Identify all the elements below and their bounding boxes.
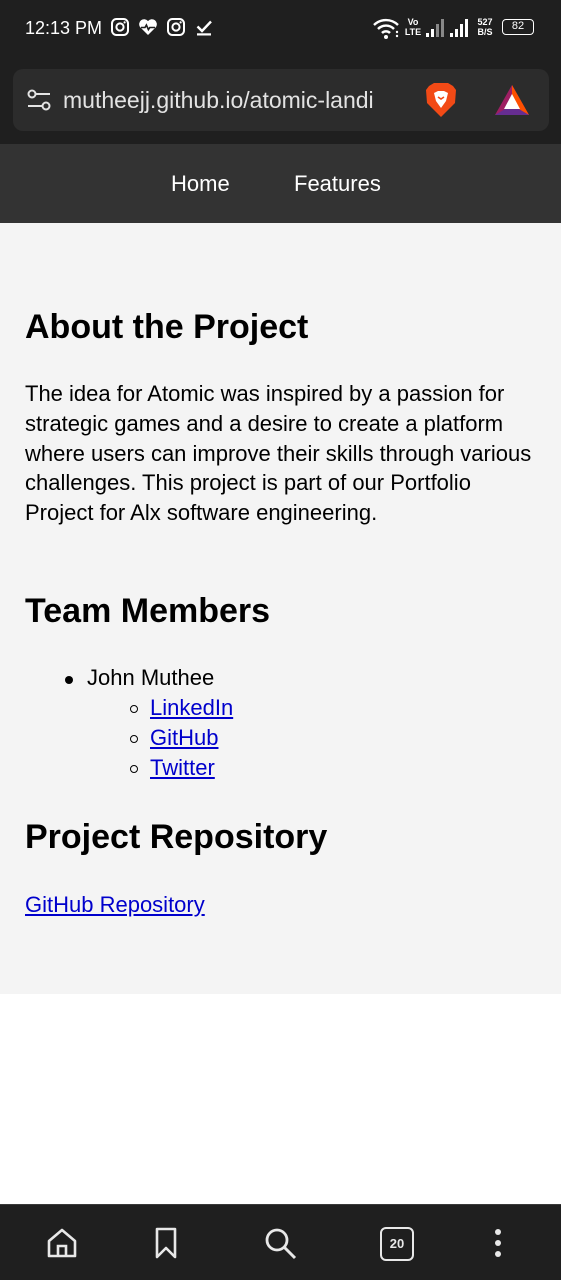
net-speed-unit: B/S — [477, 27, 493, 37]
repository-heading: Project Repository — [25, 818, 328, 856]
download-done-icon — [196, 20, 212, 36]
status-bar: 12:13 PM Vo LTE 527 B/S 82 — [0, 0, 561, 58]
team-member-name: John Muthee — [87, 665, 215, 690]
more-menu-icon[interactable] — [480, 1225, 516, 1261]
nav-link-home[interactable]: Home — [171, 170, 230, 198]
github-repository-link[interactable]: GitHub Repository — [25, 890, 205, 920]
volte-top-label: Vo — [407, 17, 419, 27]
net-speed-value: 527 — [477, 17, 493, 27]
list-bullet — [130, 705, 138, 713]
signal-icon — [450, 19, 468, 37]
health-heart-icon — [139, 19, 157, 35]
about-heading: About the Project — [25, 308, 309, 346]
wifi-icon — [373, 18, 399, 39]
site-settings-icon[interactable] — [26, 87, 52, 113]
main-content: About the Project The idea for Atomic wa… — [0, 223, 561, 994]
brave-shields-icon[interactable] — [423, 81, 459, 119]
nav-link-features[interactable]: Features — [294, 170, 381, 198]
battery-level: 82 — [511, 20, 525, 32]
search-icon[interactable] — [262, 1225, 298, 1261]
list-bullet — [130, 765, 138, 773]
bat-rewards-icon[interactable] — [493, 83, 531, 117]
volte-bottom-label: LTE — [404, 27, 422, 37]
list-bullet — [65, 676, 73, 684]
github-link[interactable]: GitHub — [150, 723, 218, 753]
instagram-icon — [167, 18, 185, 36]
site-nav: Home Features — [0, 144, 561, 223]
address-bar[interactable]: mutheejj.github.io/atomic-landi — [13, 69, 549, 131]
twitter-link[interactable]: Twitter — [150, 753, 215, 783]
instagram-icon — [111, 18, 129, 36]
about-paragraph: The idea for Atomic was inspired by a pa… — [25, 381, 532, 526]
tab-switcher-button[interactable]: 20 — [380, 1227, 416, 1263]
status-time: 12:13 PM — [25, 18, 103, 38]
browser-toolbar: mutheejj.github.io/atomic-landi — [0, 58, 561, 144]
linkedin-link[interactable]: LinkedIn — [150, 693, 233, 723]
net-speed: 527 B/S — [472, 14, 498, 42]
browser-bottom-bar: 20 — [0, 1204, 561, 1280]
signal-icon — [426, 19, 444, 37]
url-text[interactable]: mutheejj.github.io/atomic-landi — [63, 86, 423, 114]
list-bullet — [130, 735, 138, 743]
battery-icon: 82 — [502, 19, 534, 35]
volte-indicator: Vo LTE — [403, 14, 423, 42]
team-heading: Team Members — [25, 592, 271, 630]
bookmark-icon[interactable] — [148, 1225, 184, 1261]
home-icon[interactable] — [44, 1225, 80, 1261]
tab-count: 20 — [380, 1227, 414, 1261]
